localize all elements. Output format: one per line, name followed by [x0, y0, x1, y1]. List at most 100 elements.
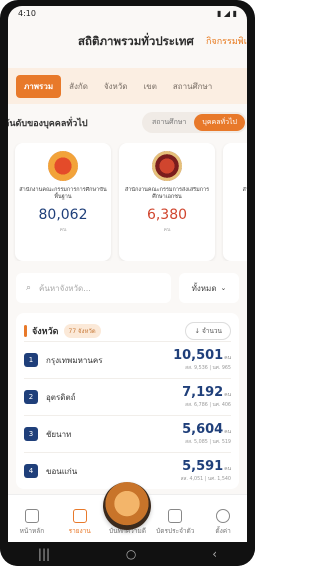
card-value: 6,380 [146, 207, 188, 223]
opec-logo-icon [152, 151, 182, 181]
tab-district[interactable]: เขต [136, 75, 165, 98]
nav-home[interactable]: หน้าหลัก [12, 509, 52, 536]
search-row: ⌕ ค้นหาจังหวัด... ทั้งหมด ⌄ [8, 273, 247, 303]
province-list: จังหวัด 77 จังหวัด ↓ จำนวน 1 กรุงเทพมหาน… [16, 313, 239, 489]
recent-apps-icon[interactable]: ||| [38, 547, 50, 561]
row-unit: คน [224, 355, 231, 361]
rank-badge: 4 [24, 464, 38, 478]
ranking-card[interactable]: สำนักงานคณะกรรมการส่งเสริมการศึกษาเอกชน … [119, 143, 215, 261]
nav-settings[interactable]: ตั้งค่า [203, 509, 243, 536]
card-org: สำนักงานคณะกรรมการส่งเสริมการศึกษาเอกชน [124, 187, 210, 200]
row-right: 10,501คน สส. 9,536 | นศ. 965 [173, 348, 231, 372]
ranking-toggle: สถานศึกษา บุคคลทั่วไป [141, 112, 247, 133]
app-screen: 4:10 ▮ ◢ ▮ สถิติภาพรวมทั่วประเทศ กิจกรรม… [8, 6, 247, 542]
tiger-mascot-icon[interactable] [103, 482, 152, 530]
row-right: 5,604คน สส. 5,085 | นศ. 519 [182, 422, 231, 446]
row-unit: คน [224, 429, 231, 435]
nav-good-deeds[interactable]: บันทึกความดี [103, 482, 152, 536]
card-org: สำนักงานคณะกรรมการการศึกษาขั้นพื้นฐาน [19, 187, 107, 200]
special-activities-link[interactable]: กิจกรรมพิเศษ [206, 34, 247, 48]
row-value: 5,604 [182, 422, 224, 437]
card-org: สำนักงานคณะกรรมการ [242, 187, 247, 193]
card-unit: คน [59, 227, 67, 233]
table-row[interactable]: 3 ชัยนาท 5,604คน สส. 5,085 | นศ. 519 [24, 415, 231, 452]
obec-logo-icon [48, 151, 78, 181]
nav-id-card[interactable]: บัตรประจำตัว [155, 509, 195, 536]
nav-label: ตั้งค่า [215, 527, 231, 535]
search-placeholder: ค้นหาจังหวัด... [39, 283, 91, 293]
row-right: 5,591คน สส. 4,051 | นศ. 1,540 [181, 459, 231, 483]
page-title: สถิติภาพรวมทั่วประเทศ [78, 34, 194, 48]
province-name: กรุงเทพมหานคร [46, 355, 103, 365]
province-search-input[interactable]: ⌕ ค้นหาจังหวัด... [16, 273, 171, 303]
rank-badge: 3 [24, 427, 38, 441]
app-header: สถิติภาพรวมทั่วประเทศ กิจกรรมพิเศษ [8, 22, 247, 62]
count-badge: 77 จังหวัด [63, 324, 101, 338]
home-icon [24, 509, 39, 523]
row-value-line: 7,192คน [182, 385, 231, 400]
list-title: จังหวัด [32, 327, 59, 337]
status-bar: 4:10 ▮ ◢ ▮ [8, 6, 247, 22]
row-breakdown: สส. 4,051 | นศ. 1,540 [180, 477, 231, 482]
gear-icon [216, 509, 231, 523]
row-value: 10,501 [173, 348, 224, 363]
row-value-line: 10,501คน [173, 348, 231, 363]
nav-label: หน้าหลัก [19, 527, 45, 535]
row-left: 4 ขอนแก่น [24, 464, 77, 478]
nav-label: บัตรประจำตัว [156, 527, 195, 535]
id-card-icon [168, 509, 183, 523]
list-header: จังหวัด 77 จังหวัด ↓ จำนวน [24, 321, 231, 341]
card-value: 5 [223, 207, 247, 223]
accent-bar [24, 325, 27, 337]
nav-label: รายงาน [68, 527, 91, 535]
phone-frame: 4:10 ▮ ◢ ▮ สถิติภาพรวมทั่วประเทศ กิจกรรม… [0, 0, 255, 566]
section-title: อันดับของบุคคลทั่วไป [8, 118, 88, 129]
bottom-navigation: หน้าหลัก รายงาน บันทึกความดี บัตรประจำตั… [8, 482, 247, 542]
row-value-line: 5,591คน [181, 459, 231, 474]
row-breakdown: สส. 6,786 | นศ. 406 [185, 403, 231, 408]
tab-school[interactable]: สถานศึกษา [165, 75, 220, 98]
row-value: 7,192 [182, 385, 224, 400]
province-name: ชัยนาท [46, 429, 72, 439]
row-breakdown: สส. 9,536 | นศ. 965 [185, 366, 231, 371]
toggle-school[interactable]: สถานศึกษา [144, 114, 194, 131]
ranking-section-header: อันดับของบุคคลทั่วไป สถานศึกษา บุคคลทั่ว… [8, 104, 247, 133]
row-value-line: 5,604คน [182, 422, 231, 437]
nav-report[interactable]: รายงาน [60, 509, 100, 536]
back-icon[interactable]: ‹ [212, 547, 217, 561]
status-icons: ▮ ◢ ▮ [216, 9, 237, 18]
rank-badge: 1 [24, 353, 38, 367]
sort-button[interactable]: ↓ จำนวน [185, 322, 231, 340]
search-icon: ⌕ [26, 283, 32, 293]
row-unit: คน [224, 466, 231, 472]
ranking-card[interactable]: สำนักงานคณะกรรมการการศึกษาขั้นพื้นฐาน 80… [15, 143, 111, 261]
province-name: อุตรดิตถ์ [46, 392, 76, 402]
filter-dropdown[interactable]: ทั้งหมด ⌄ [179, 273, 239, 303]
province-name: ขอนแก่น [46, 466, 78, 476]
row-left: 2 อุตรดิตถ์ [24, 390, 76, 404]
tab-affiliation[interactable]: สังกัด [61, 75, 96, 98]
tab-overview[interactable]: ภาพรวม [16, 74, 62, 98]
row-breakdown: สส. 5,085 | นศ. 519 [185, 440, 231, 445]
card-value: 80,062 [38, 207, 88, 223]
chevron-down-icon: ⌄ [220, 284, 227, 292]
table-row[interactable]: 1 กรุงเทพมหานคร 10,501คน สส. 9,536 | นศ.… [24, 341, 231, 378]
card-unit: คน [223, 226, 247, 234]
status-time: 4:10 [18, 9, 36, 18]
row-left: 3 ชัยนาท [24, 427, 71, 441]
system-navigation-bar: ||| ○ ‹ [0, 542, 255, 566]
table-row[interactable]: 2 อุตรดิตถ์ 7,192คน สส. 6,786 | นศ. 406 [24, 378, 231, 415]
ranking-cards: สำนักงานคณะกรรมการการศึกษาขั้นพื้นฐาน 80… [8, 143, 247, 261]
home-button-icon[interactable]: ○ [126, 547, 136, 561]
row-value: 5,591 [182, 459, 224, 474]
report-icon [72, 509, 87, 523]
row-left: 1 กรุงเทพมหานคร [24, 353, 102, 367]
tab-province[interactable]: จังหวัด [96, 75, 136, 98]
list-title-group: จังหวัด 77 จังหวัด [24, 324, 101, 338]
ranking-card[interactable]: สำนักงานคณะกรรมการ 5 คน [223, 143, 247, 261]
card-unit: คน [163, 227, 171, 233]
toggle-general-public[interactable]: บุคคลทั่วไป [194, 114, 245, 131]
row-right: 7,192คน สส. 6,786 | นศ. 406 [182, 385, 231, 409]
filter-label: ทั้งหมด [191, 283, 217, 293]
rank-badge: 2 [24, 390, 38, 404]
